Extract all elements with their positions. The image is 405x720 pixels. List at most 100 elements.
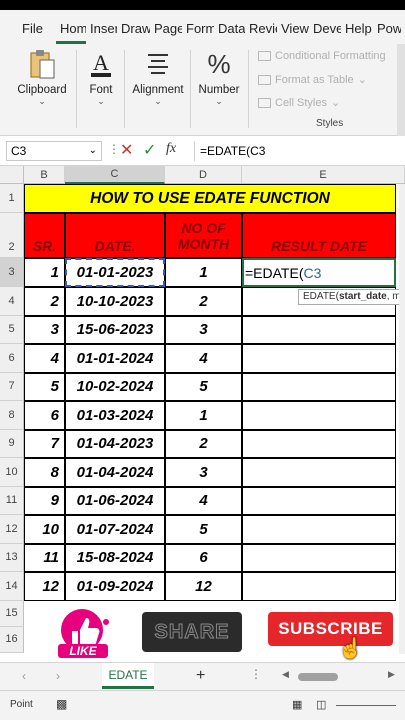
- column-header-b[interactable]: B: [24, 166, 65, 184]
- cell-months[interactable]: 4: [165, 486, 242, 515]
- cell-result-date[interactable]: [242, 458, 396, 487]
- alignment-button[interactable]: Alignment ⌄: [128, 44, 188, 136]
- cell-date[interactable]: 01-03-2024: [65, 401, 165, 430]
- cell-result-date[interactable]: [242, 572, 396, 601]
- row-header[interactable]: 9: [0, 429, 24, 458]
- cell-sr[interactable]: 12: [24, 572, 65, 601]
- vertical-scrollbar[interactable]: [399, 184, 405, 654]
- cell-months[interactable]: 5: [165, 372, 242, 401]
- row-header[interactable]: 6: [0, 344, 24, 373]
- add-sheet-button[interactable]: +: [196, 667, 205, 685]
- header-sr[interactable]: SR.: [24, 213, 65, 258]
- cell-result-date[interactable]: [242, 315, 396, 344]
- header-no-of-month[interactable]: NO OF MONTH: [165, 213, 242, 258]
- cell-date[interactable]: 01-09-2024: [65, 572, 165, 601]
- cancel-icon[interactable]: ✕: [120, 140, 133, 160]
- cell-date[interactable]: 01-04-2023: [65, 429, 165, 458]
- cell-months[interactable]: 2: [165, 287, 242, 316]
- row-header[interactable]: 7: [0, 372, 24, 401]
- cell-result-date[interactable]: [242, 486, 396, 515]
- cell-result-date[interactable]: [242, 543, 396, 572]
- active-cell-e3[interactable]: =EDATE(C3: [242, 258, 396, 287]
- row-header[interactable]: 8: [0, 401, 24, 430]
- cell-months[interactable]: 3: [165, 315, 242, 344]
- scroll-right-icon[interactable]: ›: [56, 669, 60, 683]
- cell-months[interactable]: 5: [165, 515, 242, 544]
- zoom-slider[interactable]: [336, 705, 396, 706]
- cell-date[interactable]: 01-04-2024: [65, 458, 165, 487]
- tab-view[interactable]: View: [277, 10, 309, 44]
- cell-sr[interactable]: 9: [24, 486, 65, 515]
- row-header[interactable]: 1: [0, 184, 24, 213]
- scroll-left-icon[interactable]: ‹: [22, 669, 26, 683]
- tab-review[interactable]: Revie: [245, 10, 277, 44]
- row-header[interactable]: 2: [0, 213, 24, 258]
- scroll-left-small-icon[interactable]: ◀: [282, 669, 289, 680]
- more-options-icon[interactable]: ⋮: [250, 667, 262, 681]
- ribbon-scrollbar[interactable]: [397, 44, 405, 136]
- subscribe-button[interactable]: SUBSCRIBE: [268, 612, 393, 646]
- font-button[interactable]: A Font ⌄: [80, 44, 122, 136]
- cell-result-date[interactable]: [242, 401, 396, 430]
- tab-insert[interactable]: Inser: [86, 10, 117, 44]
- sheet-tab-edate[interactable]: EDATE: [102, 663, 154, 689]
- share-button[interactable]: SHARE: [142, 612, 242, 652]
- normal-view-icon[interactable]: ▦: [292, 698, 302, 711]
- cell-result-date[interactable]: [242, 372, 396, 401]
- formula-options-icon[interactable]: ⋮: [108, 142, 120, 156]
- header-date[interactable]: DATE.: [65, 213, 165, 258]
- column-header-c[interactable]: C: [65, 166, 165, 184]
- formula-input[interactable]: =EDATE(C3: [194, 141, 405, 161]
- conditional-formatting-button[interactable]: Conditional Formatting: [258, 50, 386, 62]
- accessibility-icon[interactable]: ▩: [56, 697, 67, 711]
- cell-result-date[interactable]: [242, 515, 396, 544]
- row-header[interactable]: 11: [0, 486, 24, 515]
- worksheet-grid[interactable]: B C D E 1 2 3 4 5 6 7 8 9 10 11 12 13 14…: [0, 166, 405, 690]
- row-header[interactable]: 13: [0, 543, 24, 572]
- cell-date[interactable]: 15-06-2023: [65, 315, 165, 344]
- like-button[interactable]: LIKE: [52, 606, 122, 662]
- tab-formulas[interactable]: Form: [182, 10, 214, 44]
- cell-months[interactable]: 1: [165, 258, 242, 287]
- cell-styles-button[interactable]: Cell Styles ⌄: [258, 96, 340, 109]
- name-box[interactable]: C3 ⌄: [6, 141, 102, 161]
- tab-power[interactable]: Pow: [373, 10, 401, 44]
- tab-page-layout[interactable]: Page: [150, 10, 182, 44]
- cell-sr[interactable]: 10: [24, 515, 65, 544]
- cell-sr[interactable]: 1: [24, 258, 65, 287]
- row-header[interactable]: 12: [0, 515, 24, 544]
- cell-date[interactable]: 15-08-2024: [65, 543, 165, 572]
- sheet-title[interactable]: HOW TO USE EDATE FUNCTION: [24, 184, 396, 213]
- cell-sr[interactable]: 2: [24, 287, 65, 316]
- row-header[interactable]: 4: [0, 287, 24, 316]
- cell-date[interactable]: 10-02-2024: [65, 372, 165, 401]
- cell-date[interactable]: 01-07-2024: [65, 515, 165, 544]
- row-header[interactable]: 5: [0, 315, 24, 344]
- tab-developer[interactable]: Deve: [309, 10, 341, 44]
- horizontal-scrollbar-thumb[interactable]: [298, 673, 338, 681]
- header-result-date[interactable]: RESULT DATE: [242, 213, 396, 258]
- cell-sr[interactable]: 3: [24, 315, 65, 344]
- cell-months[interactable]: 3: [165, 458, 242, 487]
- tab-draw[interactable]: Draw: [117, 10, 150, 44]
- enter-icon[interactable]: ✓: [143, 140, 156, 160]
- row-header[interactable]: 10: [0, 458, 24, 487]
- cell-sr[interactable]: 7: [24, 429, 65, 458]
- cell-sr[interactable]: 8: [24, 458, 65, 487]
- tab-home[interactable]: Hom: [56, 10, 86, 44]
- cell-date[interactable]: 10-10-2023: [65, 287, 165, 316]
- row-header[interactable]: 3: [0, 258, 24, 287]
- cell-date[interactable]: 01-06-2024: [65, 486, 165, 515]
- row-header[interactable]: 14: [0, 572, 24, 601]
- cell-months[interactable]: 1: [165, 401, 242, 430]
- cell-result-date[interactable]: [242, 429, 396, 458]
- cell-months[interactable]: 4: [165, 344, 242, 373]
- column-header-d[interactable]: D: [165, 166, 242, 184]
- cell-months[interactable]: 12: [165, 572, 242, 601]
- cell-sr[interactable]: 5: [24, 372, 65, 401]
- clipboard-button[interactable]: Clipboard ⌄: [10, 44, 74, 136]
- format-as-table-button[interactable]: Format as Table ⌄: [258, 73, 367, 86]
- cell-months[interactable]: 2: [165, 429, 242, 458]
- row-header[interactable]: 16: [0, 626, 24, 653]
- tab-data[interactable]: Data: [214, 10, 245, 44]
